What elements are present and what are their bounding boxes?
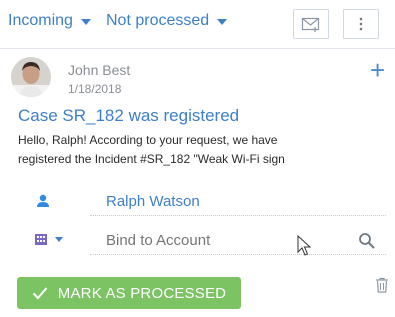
- message-preview-line: registered the Incident #SR_182 "Weak Wi…: [18, 152, 285, 166]
- mark-as-processed-button[interactable]: MARK AS PROCESSED: [17, 277, 241, 309]
- trash-icon[interactable]: [375, 277, 389, 293]
- sender-name: John Best: [68, 62, 131, 78]
- chevron-down-icon: [217, 19, 228, 25]
- more-options-button[interactable]: [343, 9, 379, 39]
- entity-type-selector[interactable]: [34, 232, 63, 246]
- building-icon: [35, 234, 47, 245]
- status-filter[interactable]: Not processed: [106, 12, 228, 30]
- mark-as-processed-label: MARK AS PROCESSED: [57, 284, 227, 302]
- header-divider: [0, 48, 395, 49]
- contact-field[interactable]: Ralph Watson: [90, 190, 386, 216]
- new-email-button[interactable]: [293, 9, 329, 39]
- mouse-cursor-icon: [297, 235, 312, 256]
- chevron-down-icon: [55, 236, 63, 242]
- message-date: 1/18/2018: [68, 82, 122, 96]
- direction-filter[interactable]: Incoming: [8, 12, 91, 30]
- account-field[interactable]: [90, 228, 386, 255]
- message-subject[interactable]: Case SR_182 was registered: [18, 106, 239, 126]
- account-input[interactable]: [106, 232, 306, 249]
- new-email-icon: [301, 17, 320, 32]
- avatar: [11, 57, 51, 97]
- contact-icon: [36, 194, 50, 213]
- search-icon[interactable]: [358, 232, 376, 250]
- status-filter-label: Not processed: [106, 12, 210, 29]
- add-icon[interactable]: +: [370, 57, 385, 83]
- checkmark-icon: [32, 287, 48, 300]
- direction-filter-label: Incoming: [8, 12, 73, 29]
- chevron-down-icon: [80, 19, 91, 25]
- message-preview: Hello, Ralph! According to your request,…: [18, 131, 348, 169]
- message-preview-line: Hello, Ralph! According to your request,…: [18, 133, 278, 147]
- vertical-dots-icon: [359, 17, 363, 31]
- contact-value[interactable]: Ralph Watson: [106, 193, 200, 210]
